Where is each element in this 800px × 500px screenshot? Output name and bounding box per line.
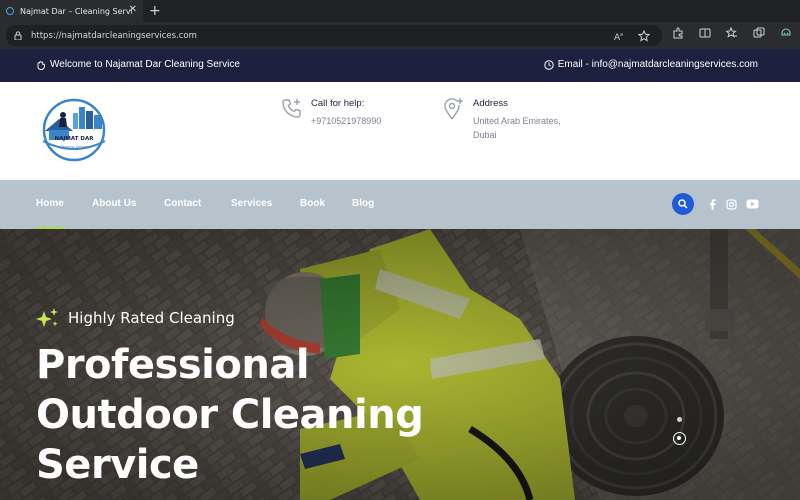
welcome-text: Welcome to Najamat Dar Cleaning Service — [50, 59, 240, 70]
sparkle-icon — [36, 308, 58, 327]
email-contact[interactable]: Email - info@najmatdarcleaningservices.c… — [544, 59, 758, 70]
favorite-star-icon[interactable] — [638, 30, 650, 42]
email-text[interactable]: Email - info@najmatdarcleaningservices.c… — [558, 59, 758, 70]
welcome-message: Welcome to Najamat Dar Cleaning Service — [36, 59, 240, 70]
split-screen-icon[interactable] — [699, 27, 711, 39]
hero-title-line-1: Professional — [36, 342, 310, 388]
extensions-icon[interactable] — [672, 27, 684, 39]
facebook-icon — [709, 198, 716, 210]
call-title: Call for help: — [311, 98, 365, 109]
new-tab-button[interactable]: + — [149, 0, 161, 22]
copilot-icon[interactable] — [780, 27, 792, 39]
search-icon — [678, 199, 688, 209]
youtube-link[interactable] — [745, 198, 759, 210]
call-for-help-block: Call for help: +9710521978990 — [281, 97, 381, 128]
phone-number[interactable]: +9710521978990 — [311, 114, 381, 128]
url-field[interactable]: https://najmatdarcleaningservices.com Aa — [6, 25, 662, 46]
top-info-bar: Welcome to Najamat Dar Cleaning Service … — [0, 49, 800, 82]
location-plus-icon — [444, 98, 463, 120]
nav-book[interactable]: Book — [300, 198, 325, 209]
url-text: https://najmatdarcleaningservices.com — [31, 30, 197, 41]
favorites-icon[interactable] — [726, 27, 738, 39]
tab-close-icon[interactable]: ✕ — [129, 4, 137, 15]
read-aloud-icon[interactable]: Aa — [614, 30, 626, 42]
logo-text: NAJMAT DAR — [55, 136, 95, 142]
address-block: Address United Arab Emirates, Dubai — [443, 97, 561, 142]
slider-dot-1[interactable] — [677, 417, 682, 422]
search-button[interactable] — [672, 193, 694, 215]
nav-blog[interactable]: Blog — [352, 198, 374, 209]
site-favicon-icon — [6, 7, 14, 15]
instagram-icon — [725, 198, 737, 210]
hero-title: Professional Outdoor Cleaning Service — [36, 340, 496, 490]
nav-about-us[interactable]: About Us — [92, 198, 136, 209]
site-header: NAJMAT DAR Cleaning Service Call for hel… — [0, 82, 800, 180]
browser-tab-bar: Najmat Dar – Cleaning Service ✕ + — [0, 0, 800, 22]
logo-subtext: Cleaning Service — [59, 145, 88, 149]
phone-plus-icon — [282, 99, 301, 118]
najmat-dar-logo[interactable]: NAJMAT DAR Cleaning Service — [33, 97, 115, 165]
hero-title-line-2: Outdoor Cleaning — [36, 392, 424, 438]
slider-dot-2-active[interactable] — [673, 432, 686, 445]
hero-title-line-3: Service — [36, 442, 199, 488]
nav-contact[interactable]: Contact — [164, 198, 201, 209]
address-line-2: Dubai — [473, 130, 497, 140]
hand-wave-icon — [37, 60, 45, 70]
address-title: Address — [473, 98, 508, 109]
instagram-link[interactable] — [725, 198, 737, 210]
collections-icon[interactable] — [753, 27, 765, 39]
hero-tagline: Highly Rated Cleaning — [36, 306, 235, 330]
nav-services[interactable]: Services — [231, 198, 272, 209]
tab-title: Najmat Dar – Cleaning Service — [20, 6, 132, 16]
lock-icon — [14, 31, 22, 40]
youtube-icon — [746, 199, 758, 209]
browser-tab[interactable]: Najmat Dar – Cleaning Service ✕ — [0, 0, 143, 22]
facebook-link[interactable] — [707, 198, 717, 210]
hero-tagline-text: Highly Rated Cleaning — [68, 309, 235, 327]
address-line-1: United Arab Emirates, — [473, 116, 561, 126]
browser-address-bar: https://najmatdarcleaningservices.com Aa — [0, 22, 800, 49]
svg-text:a: a — [620, 32, 623, 38]
nav-home[interactable]: Home — [36, 198, 64, 209]
clock-icon — [544, 59, 554, 70]
